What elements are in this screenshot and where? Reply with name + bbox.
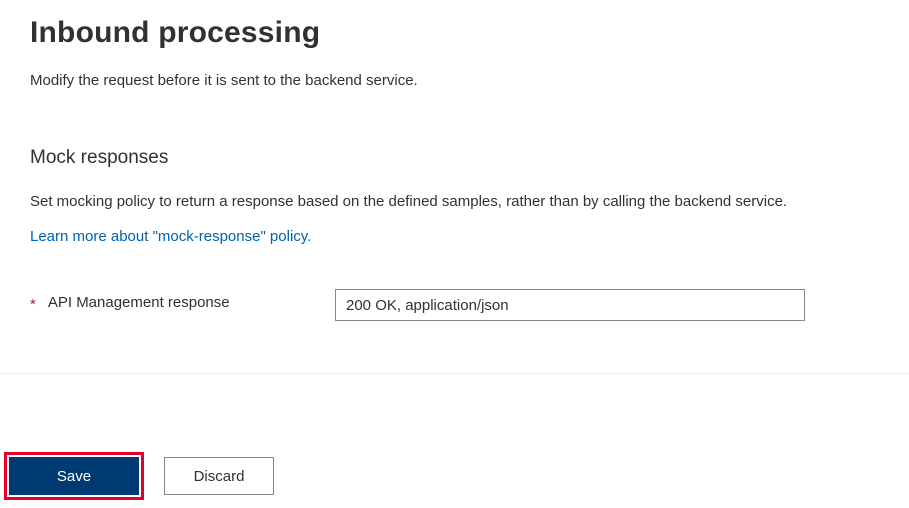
save-button[interactable]: Save [9, 457, 139, 495]
section-description: Set mocking policy to return a response … [30, 193, 879, 210]
page-description: Modify the request before it is sent to … [30, 72, 879, 89]
api-response-select[interactable]: 200 OK, application/json [335, 289, 805, 321]
field-label-api-response: API Management response [48, 294, 230, 311]
learn-more-link[interactable]: Learn more about "mock-response" policy. [30, 228, 311, 245]
divider [0, 373, 909, 374]
save-highlight: Save [4, 452, 144, 500]
section-title-mock-responses: Mock responses [30, 147, 879, 169]
page-title: Inbound processing [30, 16, 879, 50]
form-row-api-response: * API Management response 200 OK, applic… [30, 289, 879, 321]
footer-actions: Save Discard [4, 452, 274, 500]
required-indicator: * [30, 294, 36, 317]
discard-button[interactable]: Discard [164, 457, 274, 495]
